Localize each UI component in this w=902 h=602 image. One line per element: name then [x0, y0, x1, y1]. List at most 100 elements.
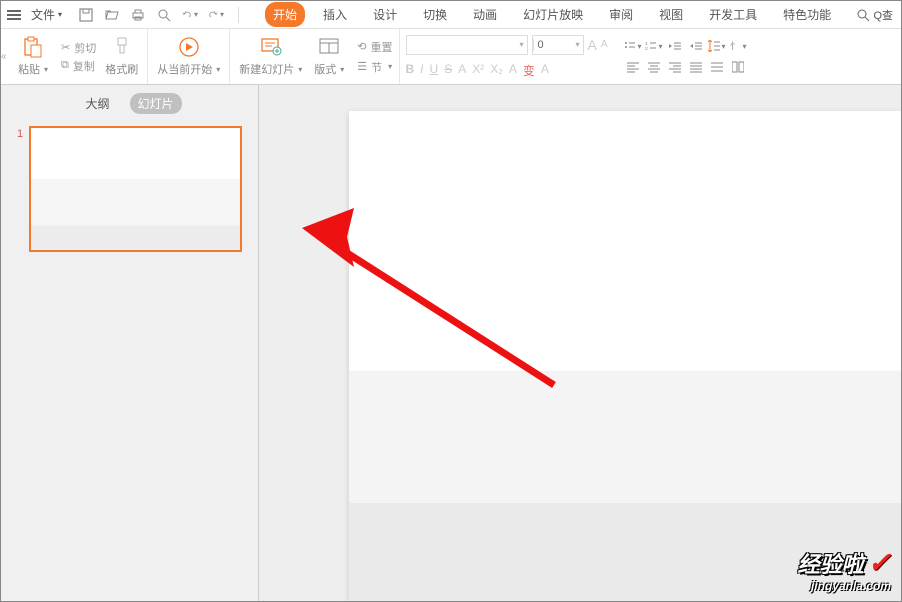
ribbon-tabs: 开始 插入 设计 切换 动画 幻灯片放映 审阅 视图 开发工具 特色功能: [265, 2, 839, 27]
collapse-ribbon-icon[interactable]: «: [1, 29, 9, 84]
group-slideshow-start: 从当前开始: [148, 29, 230, 84]
layout-icon: [318, 36, 340, 58]
copy-button[interactable]: ⧉ 复制: [61, 58, 96, 74]
clear-format-button[interactable]: A: [541, 62, 549, 79]
search-label: Q查: [873, 7, 893, 23]
columns-button[interactable]: [729, 58, 747, 76]
quick-access-toolbar: [70, 7, 251, 23]
tab-animation[interactable]: 动画: [465, 2, 505, 27]
open-icon[interactable]: [104, 7, 120, 23]
print-icon[interactable]: [130, 7, 146, 23]
align-justify-button[interactable]: [687, 58, 705, 76]
cut-label: 剪切: [74, 40, 96, 56]
reset-label: 重置: [371, 39, 393, 55]
group-clipboard: 粘贴 ✂ 剪切 ⧉ 复制 格式刷: [9, 29, 148, 84]
decrease-indent-button[interactable]: [666, 37, 684, 55]
font-size-combo[interactable]: 0▾: [532, 35, 584, 55]
tab-transition[interactable]: 切换: [415, 2, 455, 27]
top-bar: 文件▾ 开始 插入 设计 切换 动画 幻灯片放映 审阅 视图 开发工具 特色功能…: [1, 1, 901, 29]
superscript-button[interactable]: X²: [472, 62, 484, 79]
separator: [238, 7, 239, 23]
subscript-button[interactable]: X₂: [490, 62, 503, 79]
ribbon: « 粘贴 ✂ 剪切 ⧉ 复制 格式刷 从当前开始: [1, 29, 901, 85]
phonetic-button[interactable]: 变: [523, 62, 535, 79]
group-slides: 新建幻灯片 版式 ⟲ 重置 ☰节: [230, 29, 399, 84]
file-menu-label: 文件: [31, 6, 55, 23]
thumbnail-row: 1: [17, 126, 242, 252]
layout-label: 版式: [314, 61, 344, 77]
numbering-button[interactable]: 12: [645, 37, 663, 55]
align-center-button[interactable]: [645, 58, 663, 76]
strike-button[interactable]: S: [444, 62, 452, 79]
reset-icon: ⟲: [357, 40, 366, 53]
line-spacing-button[interactable]: [708, 37, 726, 55]
preview-icon[interactable]: [156, 7, 172, 23]
section-button[interactable]: ☰节: [357, 59, 392, 75]
new-slide-icon: [260, 36, 282, 58]
bold-button[interactable]: B: [406, 62, 415, 79]
reset-button[interactable]: ⟲ 重置: [357, 39, 392, 55]
search-button[interactable]: Q查: [856, 7, 901, 23]
from-current-label: 从当前开始: [157, 61, 220, 77]
tab-features[interactable]: 特色功能: [775, 2, 839, 27]
side-panel-tabs: 大纲 幻灯片: [1, 85, 258, 122]
format-painter-label: 格式刷: [105, 61, 138, 77]
section-icon: ☰: [357, 60, 367, 73]
group-paragraph: 12 忄: [614, 29, 753, 84]
tab-review[interactable]: 审阅: [601, 2, 641, 27]
align-right-button[interactable]: [666, 58, 684, 76]
format-painter-button[interactable]: 格式刷: [102, 34, 141, 79]
slides-tab[interactable]: 幻灯片: [130, 93, 182, 114]
thumbnails-area: 1: [1, 122, 258, 256]
slide-number: 1: [17, 126, 23, 140]
slide-thumbnail-1[interactable]: [29, 126, 242, 252]
font-color-button[interactable]: A: [458, 62, 466, 79]
tab-view[interactable]: 视图: [651, 2, 691, 27]
undo-icon[interactable]: [182, 7, 198, 23]
slide-panel: 大纲 幻灯片 1: [1, 85, 259, 601]
check-icon: ✓: [868, 546, 891, 579]
play-icon: [178, 36, 200, 58]
paste-button[interactable]: 粘贴: [15, 34, 51, 79]
watermark: 经验啦✓ jingyanla.com: [798, 546, 891, 593]
font-name-combo[interactable]: ▾: [406, 35, 528, 55]
outline-tab[interactable]: 大纲: [77, 93, 117, 114]
file-menu[interactable]: 文件▾: [25, 6, 68, 23]
hamburger-icon[interactable]: [5, 8, 23, 22]
bullets-button[interactable]: [624, 37, 642, 55]
cut-button[interactable]: ✂ 剪切: [61, 40, 96, 56]
from-current-button[interactable]: 从当前开始: [154, 34, 223, 79]
distributed-button[interactable]: [708, 58, 726, 76]
copy-icon: ⧉: [61, 59, 69, 72]
save-icon[interactable]: [78, 7, 94, 23]
watermark-main: 经验啦: [798, 547, 864, 579]
paste-icon: [22, 36, 44, 58]
copy-label: 复制: [73, 58, 95, 74]
brush-icon: [111, 36, 133, 58]
underline-button[interactable]: U: [430, 62, 439, 79]
tab-insert[interactable]: 插入: [315, 2, 355, 27]
text-direction-button[interactable]: 忄: [729, 37, 747, 55]
slide-canvas[interactable]: [349, 111, 901, 601]
font-size-field[interactable]: 0: [533, 39, 573, 51]
tab-design[interactable]: 设计: [365, 2, 405, 27]
svg-text:忄: 忄: [730, 41, 739, 51]
watermark-sub: jingyanla.com: [798, 579, 891, 593]
tab-home[interactable]: 开始: [265, 2, 305, 27]
decrease-font-icon[interactable]: A: [601, 39, 608, 50]
group-font: ▾ 0▾ A A B I U S A X² X₂ A 变 A: [400, 29, 614, 84]
layout-button[interactable]: 版式: [311, 34, 347, 79]
increase-indent-button[interactable]: [687, 37, 705, 55]
paste-label: 粘贴: [18, 61, 48, 77]
highlight-button[interactable]: A: [509, 62, 517, 79]
tab-developer[interactable]: 开发工具: [701, 2, 765, 27]
new-slide-button[interactable]: 新建幻灯片: [236, 34, 305, 79]
scissors-icon: ✂: [61, 41, 70, 54]
increase-font-icon[interactable]: A: [588, 37, 597, 53]
svg-text:2: 2: [645, 46, 648, 52]
align-left-button[interactable]: [624, 58, 642, 76]
redo-icon[interactable]: [208, 7, 224, 23]
tab-slideshow[interactable]: 幻灯片放映: [515, 2, 591, 27]
italic-button[interactable]: I: [420, 62, 423, 79]
canvas-area: [259, 85, 901, 601]
